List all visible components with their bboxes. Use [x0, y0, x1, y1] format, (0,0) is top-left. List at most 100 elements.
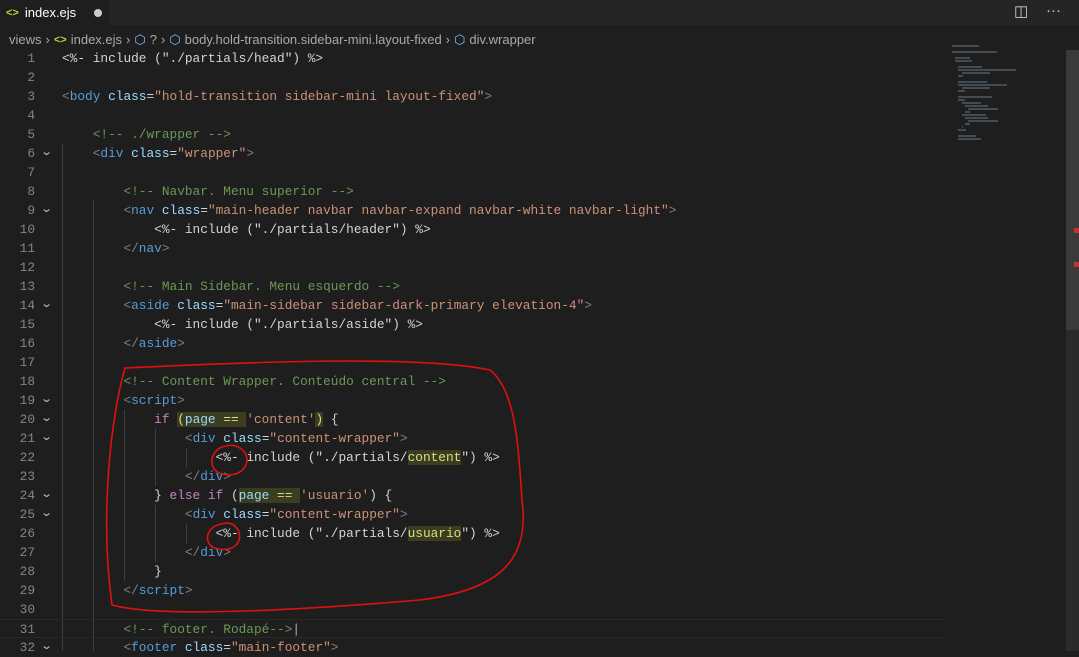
- code-line[interactable]: 14 ⌄ <aside class="main-sidebar sidebar-d…: [0, 296, 945, 315]
- line-number: 21: [19, 431, 35, 446]
- code-token: script: [138, 583, 185, 598]
- line-number: 11: [19, 241, 35, 256]
- code-token: </: [123, 583, 139, 598]
- line-number: 7: [27, 165, 35, 180]
- code-line[interactable]: 30: [0, 600, 945, 619]
- tab-index-ejs[interactable]: <> index.ejs: [0, 0, 110, 25]
- fold-chevron-icon[interactable]: ⌄: [40, 391, 53, 410]
- code-token: <!-- ./wrapper -->: [92, 127, 231, 142]
- code-line[interactable]: 13 <!-- Main Sidebar. Menu esquerdo -->: [0, 277, 945, 296]
- code-line[interactable]: 4: [0, 106, 945, 125]
- code-line[interactable]: 20 ⌄ if (page == 'content') {: [0, 410, 945, 429]
- code-token: <: [123, 203, 132, 218]
- code-line[interactable]: 15 <%- include ("./partials/aside") %>: [0, 315, 945, 334]
- code-token: content: [407, 450, 462, 465]
- code-line[interactable]: 29 </script>: [0, 581, 945, 600]
- code-line[interactable]: 2: [0, 68, 945, 87]
- code-editor[interactable]: 1 <%- include ("./partials/head") %> 2 3 <bo…: [0, 49, 945, 655]
- minimap-line: [958, 99, 965, 101]
- fold-chevron-icon[interactable]: ⌄: [40, 144, 53, 163]
- code-line[interactable]: 10 <%- include ("./partials/header") %>: [0, 220, 945, 239]
- code-token: %>: [407, 317, 423, 332]
- code-token: ): [315, 412, 324, 427]
- split-editor-icon[interactable]: ◫: [1014, 2, 1028, 20]
- code-token: <!-- Navbar. Menu superior -->: [123, 184, 354, 199]
- code-line[interactable]: 26 <%- include ("./partials/usuario") %>: [0, 524, 945, 543]
- code-line[interactable]: 18 <!-- Content Wrapper. Conteúdo centra…: [0, 372, 945, 391]
- line-number: 17: [19, 355, 35, 370]
- scrollbar-thumb[interactable]: [1066, 50, 1079, 330]
- code-line[interactable]: 17: [0, 353, 945, 372]
- code-text: <%- include ("./partials/head") %>: [62, 49, 323, 68]
- code-token: =: [223, 640, 231, 655]
- fold-chevron-icon[interactable]: ⌄: [40, 429, 53, 448]
- code-line[interactable]: 8 <!-- Navbar. Menu superior -->: [0, 182, 945, 201]
- unsaved-dot-icon[interactable]: [94, 8, 103, 17]
- code-line[interactable]: 27 </div>: [0, 543, 945, 562]
- code-line[interactable]: 28 }: [0, 562, 945, 581]
- code-line[interactable]: 23 </div>: [0, 467, 945, 486]
- ejs-file-icon: <>: [53, 33, 67, 46]
- code-token: <%-: [215, 450, 239, 465]
- code-line[interactable]: 24 ⌄ } else if (page == 'usuario') {: [0, 486, 945, 505]
- tab-label: index.ejs: [24, 5, 77, 20]
- line-number: 4: [27, 108, 35, 123]
- code-line[interactable]: 19 ⌄ <script>: [0, 391, 945, 410]
- code-token: <: [62, 89, 70, 104]
- breadcrumb-views[interactable]: views: [9, 32, 42, 47]
- fold-chevron-icon[interactable]: ⌄: [40, 410, 53, 429]
- code-token: %>: [307, 51, 324, 66]
- code-text: <nav class="main-header navbar navbar-ex…: [62, 201, 676, 220]
- code-line[interactable]: 6 ⌄ <div class="wrapper">: [0, 144, 945, 163]
- minimap[interactable]: [952, 45, 1072, 145]
- breadcrumb-div-wrapper[interactable]: div.wrapper: [469, 32, 535, 47]
- minimap-line: [958, 66, 983, 68]
- breadcrumb-unknown[interactable]: ?: [150, 32, 157, 47]
- code-text: <body class="hold-transition sidebar-min…: [62, 87, 492, 106]
- code-token: >: [177, 393, 185, 408]
- breadcrumb-body[interactable]: body.hold-transition.sidebar-mini.layout…: [185, 32, 442, 47]
- fold-chevron-icon[interactable]: ⌄: [40, 486, 53, 505]
- code-line[interactable]: 12: [0, 258, 945, 277]
- code-line[interactable]: 7: [0, 163, 945, 182]
- code-token: include ("./partials/: [238, 450, 408, 465]
- line-number: 26: [19, 526, 35, 541]
- code-line[interactable]: 31 <!-- footer. Rodapé-->|: [0, 619, 945, 638]
- code-token: >: [484, 89, 493, 104]
- cube-icon: ⬡: [134, 31, 146, 47]
- code-token: page: [238, 488, 270, 503]
- code-token: "hold-transition sidebar-mini layout-fix…: [154, 89, 485, 104]
- minimap-line: [961, 72, 991, 74]
- code-line[interactable]: 1 <%- include ("./partials/head") %>: [0, 49, 945, 68]
- code-token: "main-sidebar sidebar-dark-primary eleva…: [223, 298, 585, 313]
- code-line[interactable]: 22 <%- include ("./partials/content") %>: [0, 448, 945, 467]
- breadcrumb-file[interactable]: index.ejs: [71, 32, 122, 47]
- fold-chevron-icon[interactable]: ⌄: [40, 201, 53, 220]
- fold-chevron-icon[interactable]: ⌄: [40, 296, 53, 315]
- line-number: 14: [19, 298, 35, 313]
- fold-chevron-icon[interactable]: ⌄: [40, 638, 53, 657]
- code-line[interactable]: 32 ⌄ <footer class="main-footer">: [0, 638, 945, 657]
- code-token: usuario: [407, 526, 462, 541]
- more-actions-icon[interactable]: ···: [1046, 2, 1061, 19]
- line-number: 15: [19, 317, 35, 332]
- code-line[interactable]: 3 <body class="hold-transition sidebar-mi…: [0, 87, 945, 106]
- code-line[interactable]: 9 ⌄ <nav class="main-header navbar navbar…: [0, 201, 945, 220]
- code-text: <%- include ("./partials/usuario") %>: [62, 524, 500, 543]
- code-line[interactable]: 16 </aside>: [0, 334, 945, 353]
- line-number: 5: [27, 127, 35, 142]
- code-token: class: [108, 89, 147, 104]
- code-text: if (page == 'content') {: [62, 410, 339, 429]
- code-token: >: [330, 640, 339, 655]
- fold-chevron-icon[interactable]: ⌄: [40, 505, 53, 524]
- code-line[interactable]: 5 <!-- ./wrapper -->: [0, 125, 945, 144]
- code-line[interactable]: 21 ⌄ <div class="content-wrapper">: [0, 429, 945, 448]
- code-line[interactable]: 11 </nav>: [0, 239, 945, 258]
- code-token: {: [323, 412, 339, 427]
- code-text: } else if (page == 'usuario') {: [62, 486, 392, 505]
- code-token: </: [123, 241, 139, 256]
- code-line[interactable]: 25 ⌄ <div class="content-wrapper">: [0, 505, 945, 524]
